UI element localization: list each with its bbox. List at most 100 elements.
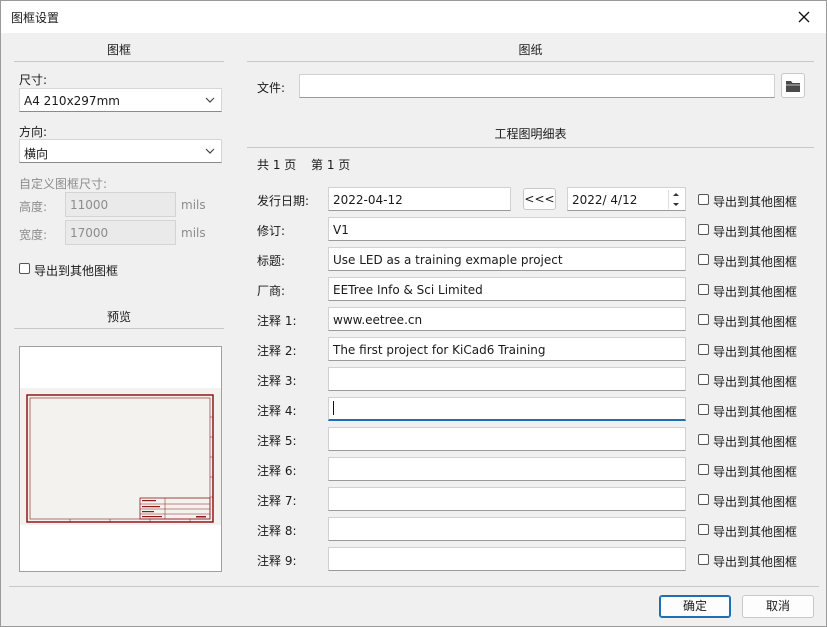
export-revision-label: 导出到其他图框 (713, 225, 798, 239)
copy-date-button[interactable]: <<< (523, 188, 556, 210)
export-comment-1-label: 导出到其他图框 (713, 315, 798, 329)
ok-button[interactable]: 确定 (659, 595, 731, 618)
revision-value: V1 (333, 223, 349, 237)
comment-6-label: 注释 6: (257, 464, 297, 478)
comment-1-value: www.eetree.cn (333, 313, 423, 327)
footer-divider (9, 586, 819, 587)
sheet-section-divider (247, 61, 814, 62)
revision-input[interactable]: V1 (328, 217, 686, 241)
export-comment-8-label: 导出到其他图框 (713, 525, 798, 539)
export-comment-7-checkbox[interactable] (698, 494, 709, 505)
window-title: 图框设置 (11, 11, 60, 25)
comment-9-input[interactable] (328, 547, 686, 571)
export-frame-label: 导出到其他图框 (34, 264, 119, 278)
preview-section-title: 预览 (106, 310, 131, 324)
height-value: 11000 (70, 198, 109, 212)
comment-6-input[interactable] (328, 457, 686, 481)
revision-label: 修订: (257, 224, 286, 238)
cancel-button[interactable]: 取消 (742, 595, 814, 618)
export-comment-5-checkbox[interactable] (698, 434, 709, 445)
comment-2-input[interactable]: The first project for KiCad6 Training (328, 337, 686, 361)
comment-2-label: 注释 2: (257, 344, 297, 358)
orientation-label: 方向: (19, 125, 48, 139)
title-label: 标题: (257, 254, 286, 268)
title-block-section-title: 工程图明细表 (494, 127, 567, 141)
export-comment-9-label: 导出到其他图框 (713, 555, 798, 569)
title-block-divider (247, 147, 814, 148)
issue-date-value: 2022-04-12 (333, 193, 403, 207)
frame-section-title: 图框 (106, 43, 131, 57)
export-comment-8-checkbox[interactable] (698, 524, 709, 535)
export-comment-6-label: 导出到其他图框 (713, 465, 798, 479)
page-number-label: 第 1 页 (311, 158, 351, 172)
close-icon (798, 11, 810, 23)
date-picker-value: 2022/ 4/12 (572, 193, 638, 207)
export-comment-4-checkbox[interactable] (698, 404, 709, 415)
file-label: 文件: (257, 81, 286, 95)
size-label: 尺寸: (19, 73, 48, 87)
comment-7-input[interactable] (328, 487, 686, 511)
orientation-select[interactable]: 横向 (19, 139, 222, 163)
export-comment-3-checkbox[interactable] (698, 374, 709, 385)
company-label: 厂商: (257, 284, 286, 298)
comment-3-input[interactable] (328, 367, 686, 391)
custom-size-label: 自定义图框尺寸: (19, 177, 108, 191)
export-comment-6-checkbox[interactable] (698, 464, 709, 475)
file-input[interactable] (299, 74, 775, 98)
title-bar: 图框设置 (1, 1, 826, 33)
comment-8-label: 注释 8: (257, 524, 297, 538)
export-comment-1-checkbox[interactable] (698, 314, 709, 325)
spin-down-icon (673, 203, 679, 206)
comment-1-input[interactable]: www.eetree.cn (328, 307, 686, 331)
issue-date-input[interactable]: 2022-04-12 (328, 187, 511, 211)
date-spinner[interactable] (668, 190, 683, 209)
height-input[interactable]: 11000 (65, 192, 176, 217)
export-title-label: 导出到其他图框 (713, 255, 798, 269)
chevron-down-icon (205, 97, 215, 103)
export-title-checkbox[interactable] (698, 254, 709, 265)
export-frame-checkbox[interactable] (19, 263, 30, 274)
chevron-down-icon (205, 148, 215, 154)
preview-section-divider (14, 328, 224, 329)
folder-icon (786, 81, 800, 92)
height-label: 高度: (19, 200, 48, 214)
width-label: 宽度: (19, 228, 48, 242)
comment-7-label: 注释 7: (257, 494, 297, 508)
export-comment-2-label: 导出到其他图框 (713, 345, 798, 359)
sheet-section-title: 图纸 (518, 43, 543, 57)
export-comment-5-label: 导出到其他图框 (713, 435, 798, 449)
width-input[interactable]: 17000 (65, 220, 176, 245)
browse-file-button[interactable] (781, 73, 805, 98)
export-comment-4-label: 导出到其他图框 (713, 405, 798, 419)
comment-8-input[interactable] (328, 517, 686, 541)
comment-4-input[interactable] (328, 397, 686, 421)
export-comment-9-checkbox[interactable] (698, 554, 709, 565)
comment-1-label: 注释 1: (257, 314, 297, 328)
comment-3-label: 注释 3: (257, 374, 297, 388)
page-preview-drawing (20, 388, 221, 525)
comment-2-value: The first project for KiCad6 Training (333, 343, 546, 357)
export-issue-date-checkbox[interactable] (698, 194, 709, 205)
close-button[interactable] (784, 2, 824, 32)
company-value: EETree Info & Sci Limited (333, 283, 483, 297)
comment-5-input[interactable] (328, 427, 686, 451)
date-picker[interactable]: 2022/ 4/12 (567, 187, 686, 211)
export-comment-3-label: 导出到其他图框 (713, 375, 798, 389)
page-preview (19, 346, 222, 572)
comment-9-label: 注释 9: (257, 554, 297, 568)
text-caret (333, 401, 334, 415)
export-comment-2-checkbox[interactable] (698, 344, 709, 355)
company-input[interactable]: EETree Info & Sci Limited (328, 277, 686, 301)
export-comment-7-label: 导出到其他图框 (713, 495, 798, 509)
export-issue-date-label: 导出到其他图框 (713, 195, 798, 209)
comment-4-label: 注释 4: (257, 404, 297, 418)
paper-size-value: A4 210x297mm (24, 94, 120, 108)
export-revision-checkbox[interactable] (698, 224, 709, 235)
title-input[interactable]: Use LED as a training exmaple project (328, 247, 686, 271)
export-company-checkbox[interactable] (698, 284, 709, 295)
height-unit: mils (181, 198, 206, 212)
width-value: 17000 (70, 226, 109, 240)
spin-up-icon (673, 193, 679, 196)
paper-size-select[interactable]: A4 210x297mm (19, 88, 222, 112)
title-value: Use LED as a training exmaple project (333, 253, 563, 267)
